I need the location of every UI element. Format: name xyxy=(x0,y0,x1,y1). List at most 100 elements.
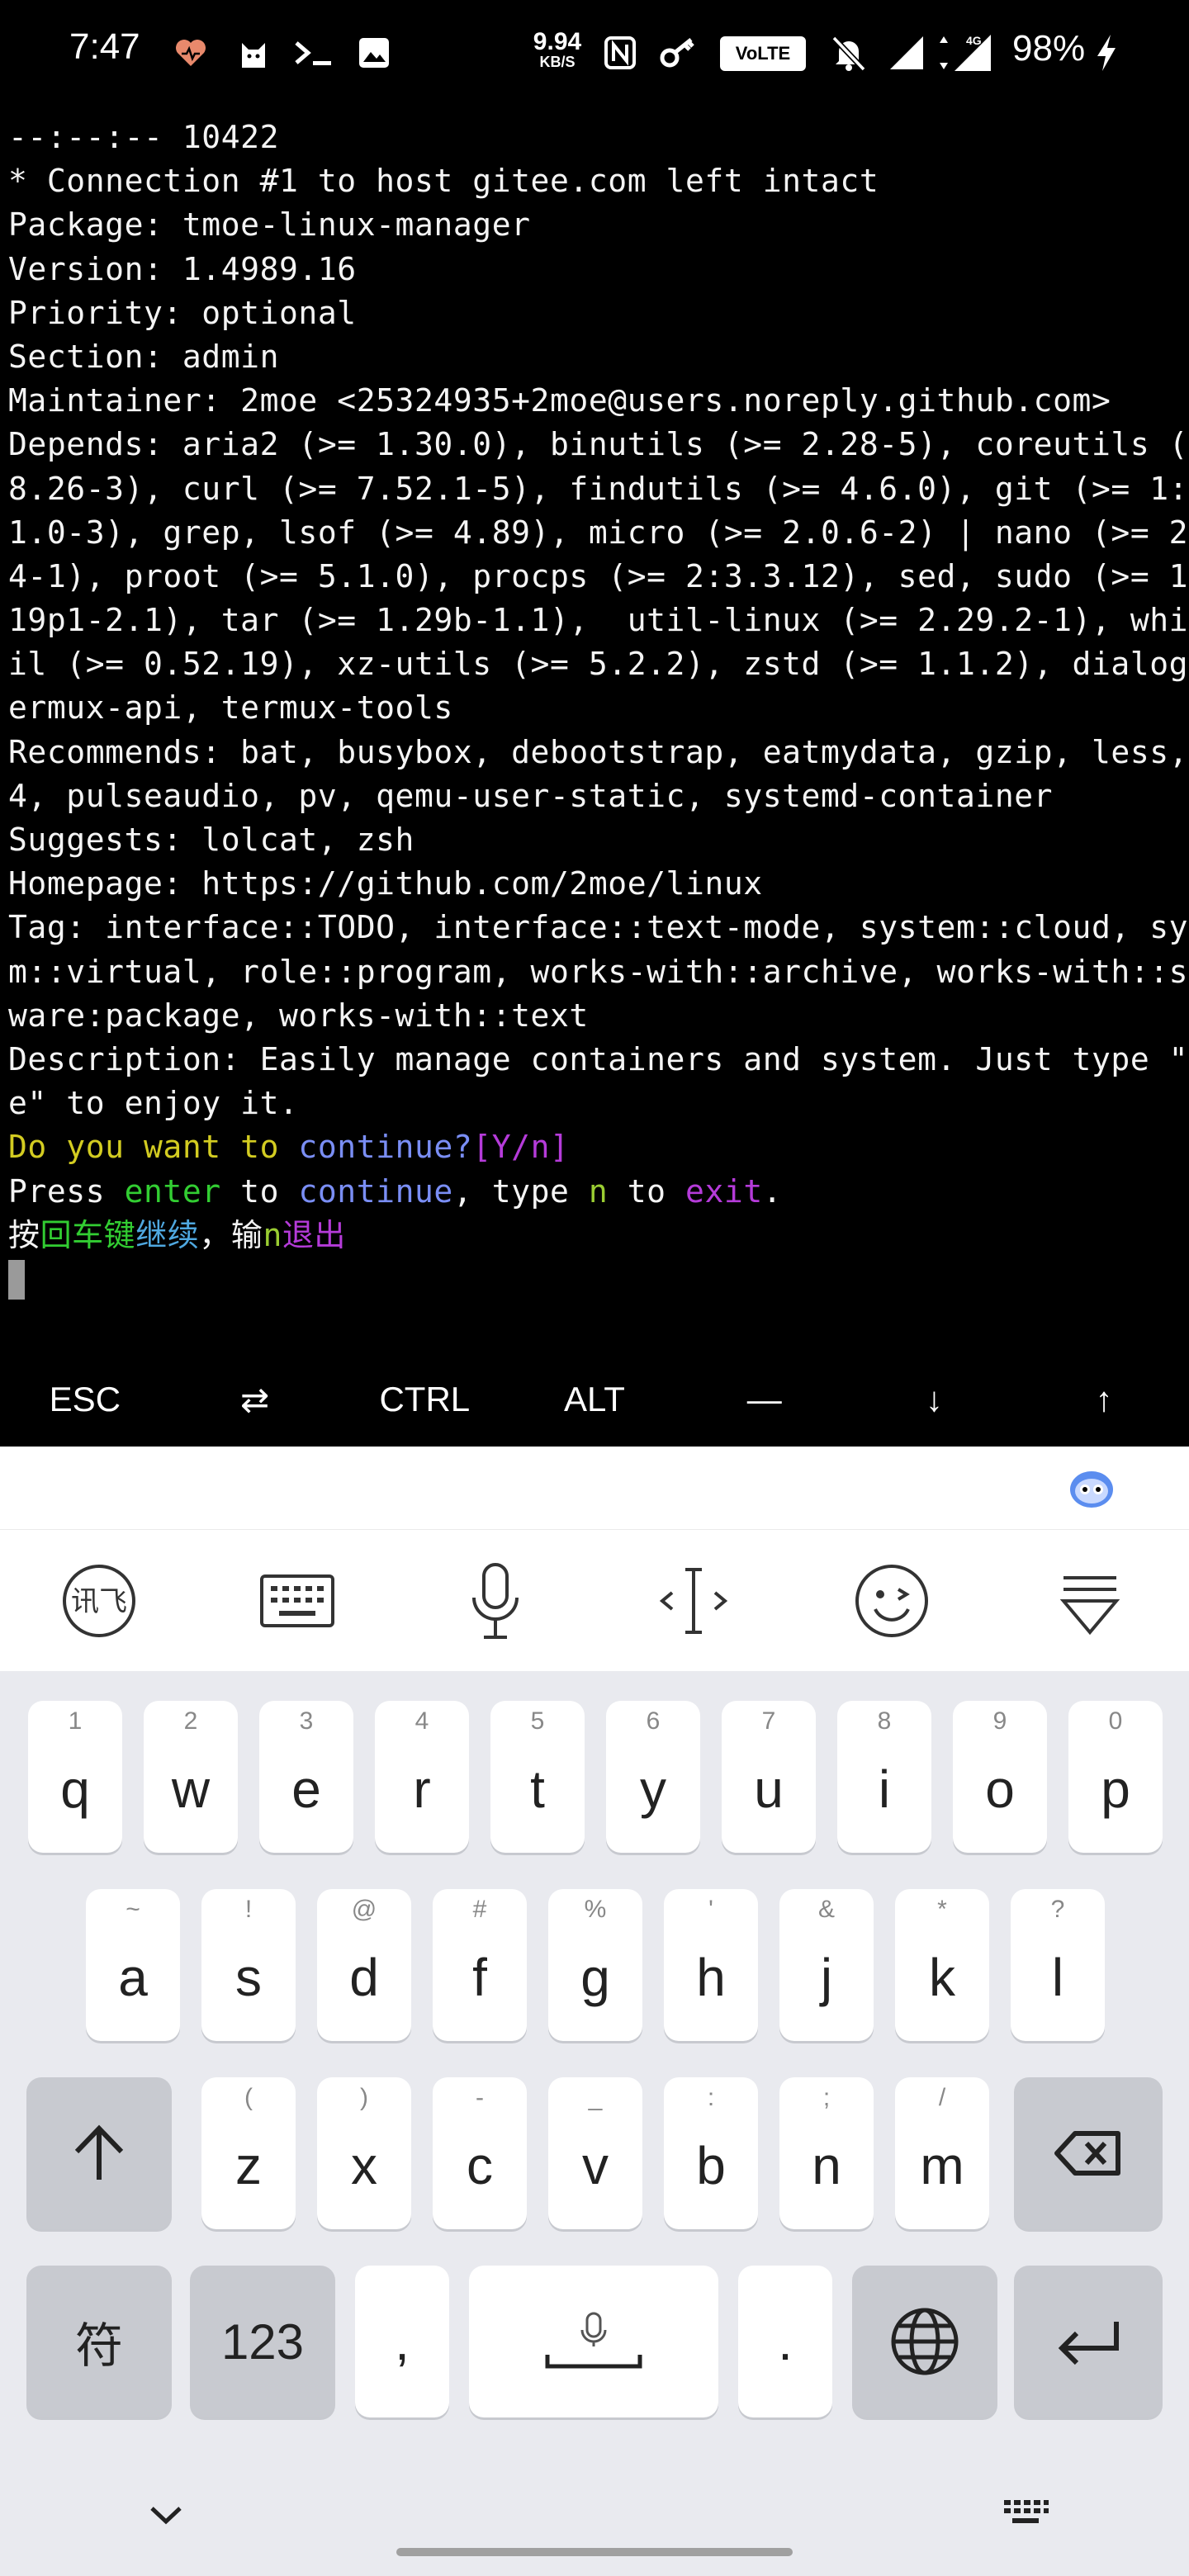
key-label: h xyxy=(696,1948,726,2007)
key-t[interactable]: 5t xyxy=(490,1701,585,1853)
extra-keys-row: ESC ⇄ CTRL ALT — ↓ ↑ xyxy=(0,1354,1189,1445)
key-label: q xyxy=(60,1759,90,1819)
keyboard-icon xyxy=(260,1574,334,1627)
key-m[interactable]: / m xyxy=(895,2077,989,2229)
keyboard-switch-icon[interactable] xyxy=(1001,2497,1050,2533)
shift-key[interactable] xyxy=(26,2077,172,2229)
key-label: g xyxy=(580,1948,610,2007)
key-label: r xyxy=(413,1759,431,1819)
key-hint: 4 xyxy=(414,1707,429,1735)
key-e[interactable]: 3e xyxy=(259,1701,353,1853)
key-label: m xyxy=(920,2136,964,2195)
key-c[interactable]: -c xyxy=(433,2077,527,2229)
terminal-line: --:--:-- 10422 xyxy=(8,119,279,155)
terminal-line: 4-1), proot (>= 5.1.0), procps (>= 2:3.3… xyxy=(8,557,1189,594)
key-h[interactable]: ' h xyxy=(664,1889,758,2041)
tab-key[interactable]: ⇄ xyxy=(170,1354,340,1445)
comma-key-label: , xyxy=(395,2312,410,2371)
terminal-line: Package: tmoe-linux-manager xyxy=(8,206,531,244)
chinese-prompt-line-segment: 退出 xyxy=(282,1216,346,1253)
key-q[interactable]: 1q xyxy=(28,1701,122,1853)
arrow-down-key[interactable]: ↓ xyxy=(850,1354,1020,1445)
cursor-move-button[interactable] xyxy=(594,1530,793,1672)
chinese-prompt-line-segment: 回车键 xyxy=(40,1216,136,1253)
key-z[interactable]: (z xyxy=(201,2077,296,2229)
enter-key[interactable] xyxy=(1014,2266,1163,2417)
key-hint: % xyxy=(584,1896,607,1923)
emoji-button[interactable] xyxy=(793,1530,991,1672)
key-s[interactable]: ! s xyxy=(201,1889,296,2041)
chevron-down-icon[interactable] xyxy=(145,2493,187,2535)
symbols-key[interactable]: 符 xyxy=(26,2266,172,2417)
key-n[interactable]: ; n xyxy=(779,2077,874,2229)
key-hint: ) xyxy=(360,2084,368,2111)
vpn-key-icon xyxy=(656,30,702,76)
key-u[interactable]: 7u xyxy=(722,1701,816,1853)
key-hint: 7 xyxy=(761,1707,776,1735)
key-a[interactable]: ~ a xyxy=(86,1889,180,2041)
key-hint: @ xyxy=(351,1896,377,1923)
key-f[interactable]: # f xyxy=(433,1889,527,2041)
terminal-line: * Connection #1 to host gitee.com left i… xyxy=(8,163,879,200)
dash-key[interactable]: — xyxy=(680,1354,850,1445)
period-key[interactable]: . xyxy=(738,2266,832,2417)
press-enter-line: Press enter to continue, type n to exit. xyxy=(8,1170,1185,1214)
ime-suggestion-strip xyxy=(0,1447,1189,1529)
status-bar: 7:47 9.94 KB/S VoLTE 4G 98% xyxy=(0,0,1189,107)
ctrl-key[interactable]: CTRL xyxy=(339,1354,509,1445)
key-x[interactable]: ) x xyxy=(317,2077,411,2229)
key-o[interactable]: 9o xyxy=(953,1701,1047,1853)
key-y[interactable]: 6y xyxy=(606,1701,700,1853)
terminal-line: 1.0-3), grep, lsof (>= 4.89), micro (>= … xyxy=(8,514,1189,551)
terminal-output[interactable]: --:--:-- 10422 * Connection #1 to host gi… xyxy=(8,116,1189,1301)
home-indicator[interactable] xyxy=(396,2548,793,2556)
alt-key[interactable]: ALT xyxy=(509,1354,680,1445)
signal-icon xyxy=(883,30,930,76)
terminal-line: Version: 1.4989.16 xyxy=(8,250,357,287)
key-label: p xyxy=(1101,1759,1130,1819)
key-k[interactable]: * k xyxy=(895,1889,989,2041)
chinese-prompt-line-segment: n xyxy=(263,1216,282,1253)
ime-mascot-icon[interactable] xyxy=(1065,1461,1118,1514)
key-label: s xyxy=(235,1948,262,2007)
arrow-up-key[interactable]: ↑ xyxy=(1019,1354,1189,1445)
ime-logo-button[interactable]: 讯飞 xyxy=(0,1530,198,1672)
voice-input-button[interactable] xyxy=(396,1530,594,1672)
language-key[interactable] xyxy=(852,2266,997,2417)
esc-key[interactable]: ESC xyxy=(0,1354,170,1445)
key-label: d xyxy=(349,1948,379,2007)
space-key[interactable] xyxy=(469,2266,718,2417)
battery-percent: 98% xyxy=(1012,28,1086,69)
key-i[interactable]: 8i xyxy=(837,1701,931,1853)
key-hint: 5 xyxy=(530,1707,545,1735)
key-hint: 2 xyxy=(183,1707,198,1735)
key-d[interactable]: @ d xyxy=(317,1889,411,2041)
chinese-prompt-line-segment: 继续 xyxy=(135,1216,200,1253)
press-enter-line-segment: n xyxy=(588,1172,609,1210)
hide-keyboard-button[interactable] xyxy=(991,1530,1189,1672)
key-l[interactable]: ? l xyxy=(1011,1889,1105,2041)
soft-keyboard: 符 123 , . 1 q 2 w 3 e 4 r 5 t 6 y 7 u 8 i 9 o 0 p ~ a! s @ d # f% g… xyxy=(0,1671,1189,2576)
key-hint: ! xyxy=(244,1896,253,1923)
svg-text:讯飞: 讯飞 xyxy=(71,1585,127,1618)
press-enter-line-segment: exit xyxy=(685,1172,763,1210)
period-key-label: . xyxy=(778,2312,793,2371)
press-enter-line-segment: . xyxy=(762,1172,783,1210)
key-hint: _ xyxy=(588,2084,603,2111)
net-speed-unit: KB/S xyxy=(539,54,576,70)
status-time: 7:47 xyxy=(69,26,140,67)
key-b[interactable]: :b xyxy=(664,2077,758,2229)
key-w[interactable]: 2w xyxy=(144,1701,238,1853)
network-type: 4G xyxy=(966,34,982,47)
key-p[interactable]: 0p xyxy=(1068,1701,1163,1853)
key-r[interactable]: 4r xyxy=(375,1701,469,1853)
microphone-icon xyxy=(472,1563,519,1639)
numbers-key[interactable]: 123 xyxy=(190,2266,335,2417)
backspace-key[interactable] xyxy=(1014,2077,1163,2229)
key-v[interactable]: _ v xyxy=(548,2077,642,2229)
comma-key[interactable]: , xyxy=(355,2266,449,2417)
key-hint: ~ xyxy=(126,1896,140,1923)
key-j[interactable]: & j xyxy=(779,1889,874,2041)
key-g[interactable]: % g xyxy=(548,1889,642,2041)
keyboard-layout-button[interactable] xyxy=(198,1530,396,1672)
